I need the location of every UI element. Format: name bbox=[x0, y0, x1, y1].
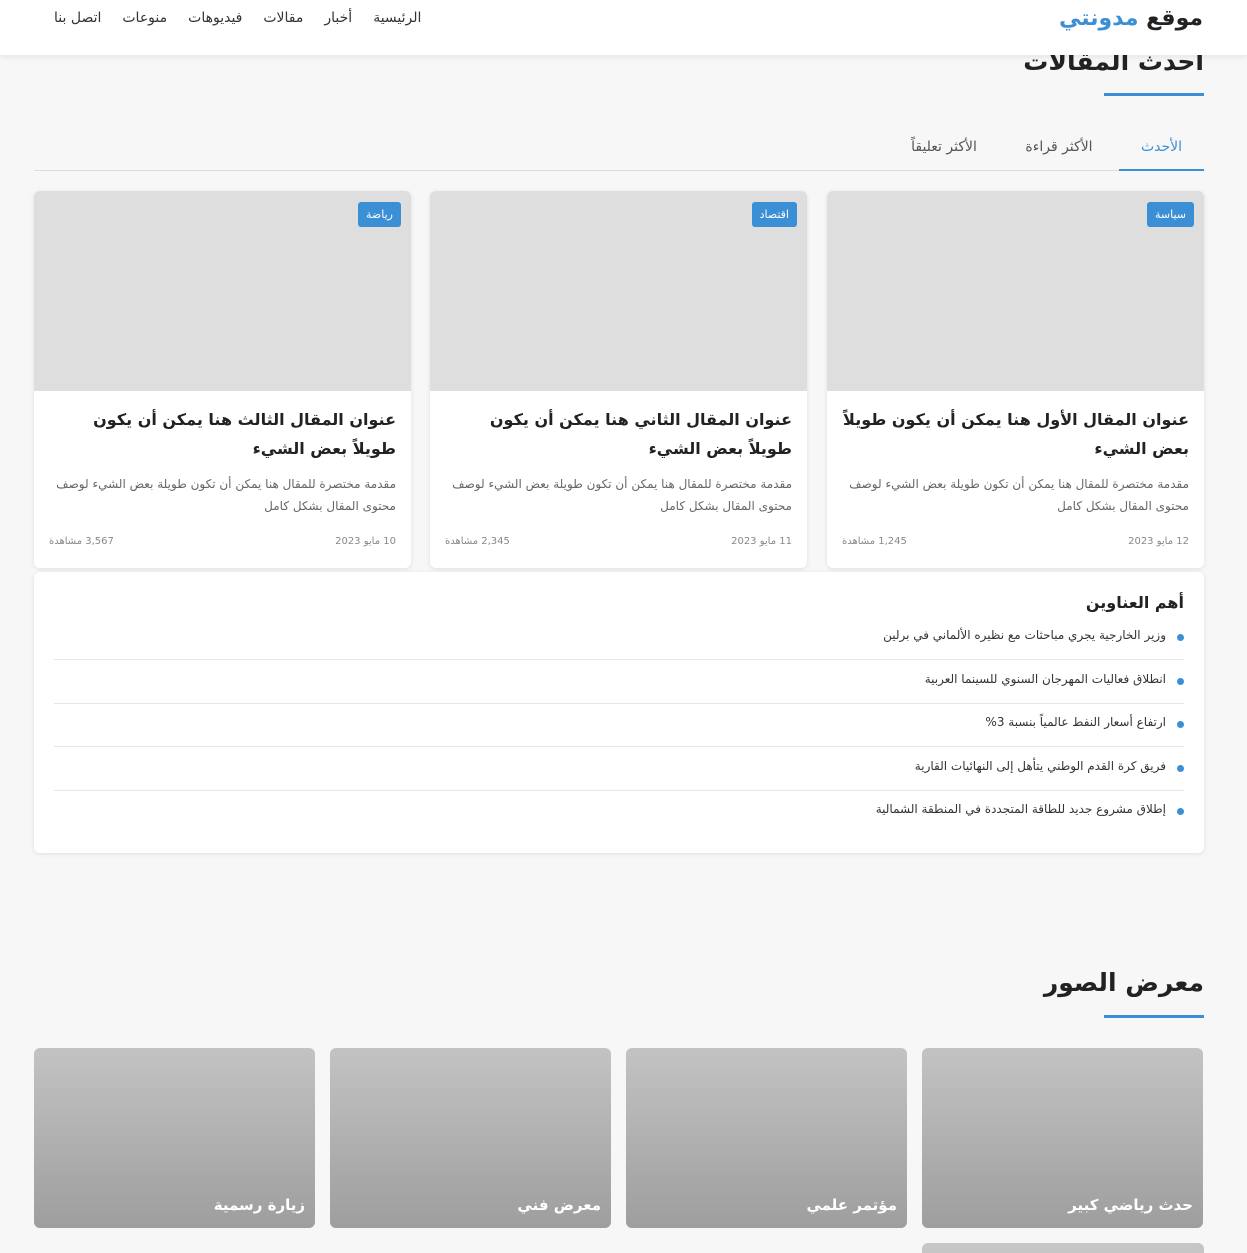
article-card[interactable]: سياسة عنوان المقال الأول هنا يمكن أن يكو… bbox=[827, 191, 1204, 568]
gallery-caption: زيارة رسمية bbox=[213, 1196, 305, 1214]
article-date: 10 مايو 2023 bbox=[335, 536, 396, 547]
gallery-title-underline bbox=[1104, 1015, 1204, 1018]
article-card[interactable]: رياضة عنوان المقال الثالث هنا يمكن أن يك… bbox=[34, 191, 411, 568]
headline-link[interactable]: ارتفاع أسعار النفط عالمياً بنسبة 3% bbox=[985, 715, 1166, 729]
gallery-caption: حدث رياضي كبير bbox=[1068, 1196, 1193, 1214]
bullet-icon bbox=[1177, 808, 1184, 815]
gallery-item[interactable]: زيارة رسمية bbox=[34, 1048, 315, 1228]
nav-contact[interactable]: اتصل بنا bbox=[54, 10, 101, 26]
category-badge[interactable]: رياضة bbox=[358, 202, 401, 227]
article-card[interactable]: اقتصاد عنوان المقال الثاني هنا يمكن أن ي… bbox=[430, 191, 807, 568]
tab-most-commented[interactable]: الأكثر تعليقاً bbox=[894, 128, 994, 171]
logo-main: موقع bbox=[1138, 6, 1203, 31]
headline-item[interactable]: إطلاق مشروع جديد للطاقة المتجددة في المن… bbox=[54, 790, 1184, 834]
article-image[interactable] bbox=[34, 191, 411, 391]
gallery-item[interactable]: معرض فني bbox=[330, 1048, 611, 1228]
article-views: 3,567 مشاهدة bbox=[49, 536, 114, 547]
headline-link[interactable]: فريق كرة القدم الوطني يتأهل إلى النهائيا… bbox=[915, 759, 1166, 773]
gallery-item[interactable]: مؤتمر علمي bbox=[626, 1048, 907, 1228]
bullet-icon bbox=[1177, 721, 1184, 728]
articles-title-underline bbox=[1104, 93, 1204, 96]
gallery-item-next-row[interactable] bbox=[922, 1243, 1204, 1253]
article-excerpt: مقدمة مختصرة للمقال هنا يمكن أن تكون طوي… bbox=[849, 477, 1189, 513]
article-title[interactable]: عنوان المقال الأول هنا يمكن أن يكون طويل… bbox=[842, 405, 1189, 463]
article-date: 11 مايو 2023 bbox=[731, 536, 792, 547]
tab-most-read[interactable]: الأكثر قراءة bbox=[1014, 128, 1104, 171]
nav-home[interactable]: الرئيسية bbox=[373, 10, 421, 26]
nav-videos[interactable]: فيديوهات bbox=[188, 10, 242, 26]
article-date: 12 مايو 2023 bbox=[1128, 536, 1189, 547]
headline-link[interactable]: وزير الخارجية يجري مباحثات مع نظيره الأل… bbox=[883, 628, 1166, 642]
gallery-item[interactable]: حدث رياضي كبير bbox=[922, 1048, 1203, 1228]
article-excerpt: مقدمة مختصرة للمقال هنا يمكن أن تكون طوي… bbox=[56, 477, 396, 513]
gallery-caption: معرض فني bbox=[517, 1196, 601, 1214]
headline-item[interactable]: ارتفاع أسعار النفط عالمياً بنسبة 3% bbox=[54, 703, 1184, 747]
article-title[interactable]: عنوان المقال الثالث هنا يمكن أن يكون طوي… bbox=[49, 405, 396, 463]
headline-item[interactable]: انطلاق فعاليات المهرجان السنوي للسينما ا… bbox=[54, 660, 1184, 704]
bullet-icon bbox=[1177, 765, 1184, 772]
article-views: 2,345 مشاهدة bbox=[445, 536, 510, 547]
category-badge[interactable]: سياسة bbox=[1146, 202, 1194, 227]
site-logo[interactable]: موقع مدونتي bbox=[1059, 6, 1203, 31]
article-views: 1,245 مشاهدة bbox=[842, 536, 907, 547]
gallery-caption: مؤتمر علمي bbox=[806, 1196, 897, 1214]
nav-articles[interactable]: مقالات bbox=[263, 10, 303, 26]
article-image[interactable] bbox=[430, 191, 807, 391]
headline-item[interactable]: وزير الخارجية يجري مباحثات مع نظيره الأل… bbox=[54, 616, 1184, 660]
article-tabs: الأحدث الأكثر قراءة الأكثر تعليقاً bbox=[34, 128, 1204, 171]
headline-link[interactable]: إطلاق مشروع جديد للطاقة المتجددة في المن… bbox=[876, 802, 1166, 816]
site-header: موقع مدونتي الرئيسية أخبار مقالات فيديوه… bbox=[0, 0, 1247, 55]
headlines-title: أهم العناوين bbox=[1085, 593, 1184, 612]
main-nav: الرئيسية أخبار مقالات فيديوهات منوعات ات… bbox=[54, 10, 421, 26]
nav-misc[interactable]: منوعات bbox=[122, 10, 167, 26]
article-excerpt: مقدمة مختصرة للمقال هنا يمكن أن تكون طوي… bbox=[452, 477, 792, 513]
headlines-box: أهم العناوين وزير الخارجية يجري مباحثات … bbox=[34, 572, 1204, 853]
headline-item[interactable]: فريق كرة القدم الوطني يتأهل إلى النهائيا… bbox=[54, 747, 1184, 791]
category-badge[interactable]: اقتصاد bbox=[751, 202, 797, 227]
nav-news[interactable]: أخبار bbox=[324, 10, 352, 26]
headline-link[interactable]: انطلاق فعاليات المهرجان السنوي للسينما ا… bbox=[925, 672, 1166, 686]
tab-latest[interactable]: الأحدث bbox=[1119, 128, 1204, 171]
article-title[interactable]: عنوان المقال الثاني هنا يمكن أن يكون طوي… bbox=[445, 405, 792, 463]
bullet-icon bbox=[1177, 678, 1184, 685]
gallery-section-title: معرض الصور bbox=[1043, 968, 1204, 997]
bullet-icon bbox=[1177, 634, 1184, 641]
logo-accent: مدونتي bbox=[1058, 6, 1139, 31]
